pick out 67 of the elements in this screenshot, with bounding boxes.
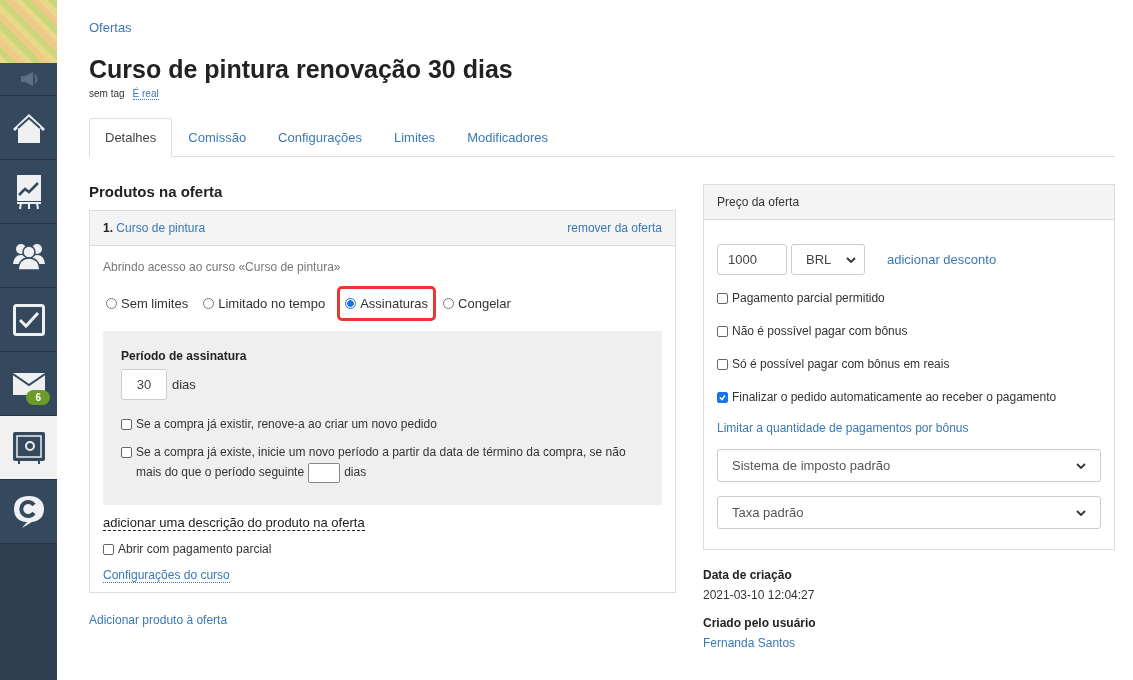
user-link[interactable]: Fernanda Santos [703, 636, 796, 650]
checkbox[interactable] [717, 293, 728, 304]
tab[interactable]: Modificadores [451, 118, 565, 157]
checkbox-label: Se a compra já existir, renove-a ao criar um novo pedido [136, 416, 437, 433]
chart-easel-icon[interactable] [15, 173, 42, 210]
checkbox-label: Pagamento parcial permitido [732, 290, 885, 307]
home-icon[interactable] [11, 111, 46, 144]
safe-icon[interactable] [12, 431, 45, 464]
checkbox[interactable] [717, 392, 728, 403]
checkbox-label: Só é possível pagar com bônus em reais [732, 356, 950, 373]
tab[interactable]: Detalhes [89, 118, 173, 157]
course-settings-link[interactable]: Configurações do curso [103, 567, 230, 583]
envelope-icon[interactable] [12, 372, 45, 395]
tab[interactable]: Comissão [172, 118, 263, 157]
product-title: 1. Curso de pintura [103, 221, 206, 235]
tax-rate-select[interactable]: Taxa padrão [717, 496, 1101, 529]
currency-select[interactable]: BRL [791, 244, 865, 275]
tag-label: sem tag [89, 88, 125, 99]
sidebar-item[interactable] [0, 224, 57, 288]
checkbox[interactable] [121, 419, 132, 430]
sidebar-item[interactable] [0, 160, 57, 224]
access-description: Abrindo acesso ao curso «Curso de pintura» [103, 260, 342, 274]
checkbox-label: Finalizar o pedido automaticamente ao receber o pagamento [732, 389, 1057, 406]
sidebar-item[interactable] [0, 96, 57, 160]
period-input[interactable]: 30 [121, 369, 167, 400]
chevron-down-icon [846, 256, 856, 263]
meta-label: Criado pelo usuário [703, 616, 817, 630]
count-badge: 6 [26, 390, 50, 405]
checkbox[interactable] [121, 447, 132, 458]
tab[interactable]: Limites [377, 118, 452, 157]
tab[interactable]: Configurações [262, 118, 378, 157]
sidebar-item[interactable] [0, 416, 57, 480]
bonus-limit-link[interactable]: Limitar a quantidade de pagamentos por bônus [717, 421, 969, 435]
chat-logo-icon[interactable] [12, 494, 45, 529]
sidebar-item[interactable]: 6 [0, 352, 57, 416]
sidebar-item[interactable] [0, 288, 57, 352]
chevron-down-icon [1076, 462, 1086, 469]
checkbox-label: Não é possível pagar com bônus [732, 323, 908, 340]
days-input[interactable] [308, 462, 341, 483]
card-title: Preço da oferta [717, 195, 800, 209]
access-radio[interactable]: Assinaturas [337, 286, 437, 321]
tag-link[interactable]: É real [132, 88, 159, 100]
unit-label: dias [172, 377, 196, 392]
checkbox-icon[interactable] [12, 303, 45, 336]
sidebar-item[interactable] [0, 480, 57, 544]
checkbox[interactable] [103, 543, 114, 555]
discount-link[interactable]: adicionar desconto [887, 252, 997, 267]
tax-system-select[interactable]: Sistema de imposto padrão [717, 449, 1101, 482]
remove-link[interactable]: remover da oferta [567, 221, 662, 235]
checkbox-label: Se a compra já existe, inicie um novo período a partir da data de término da compra, se não mais do que o período seguinte dias [136, 442, 644, 483]
checkbox-label: Abrir com pagamento parcial [118, 540, 272, 558]
access-radio[interactable]: Sem limites [103, 286, 197, 321]
breadcrumb-link[interactable]: Ofertas [89, 20, 132, 35]
access-radio[interactable]: Limitado no tempo [200, 286, 334, 321]
field-label: Período de assinatura [121, 349, 248, 363]
meta-value: 2021-03-10 12:04:27 [703, 588, 815, 602]
access-radio[interactable]: Congelar [440, 286, 519, 321]
checkbox[interactable] [717, 326, 728, 337]
chevron-down-icon [1076, 509, 1086, 516]
description-link[interactable]: adicionar uma descrição do produto na oferta [103, 514, 365, 531]
add-product-link[interactable]: Adicionar produto à oferta [89, 612, 228, 627]
users-icon[interactable] [11, 241, 46, 270]
price-input[interactable]: 1000 [717, 244, 787, 275]
section-heading: Produtos na oferta [89, 183, 224, 200]
page-title: Curso de pintura renovação 30 dias [89, 55, 514, 84]
checkbox[interactable] [717, 359, 728, 370]
meta-label: Data de criação [703, 568, 793, 582]
